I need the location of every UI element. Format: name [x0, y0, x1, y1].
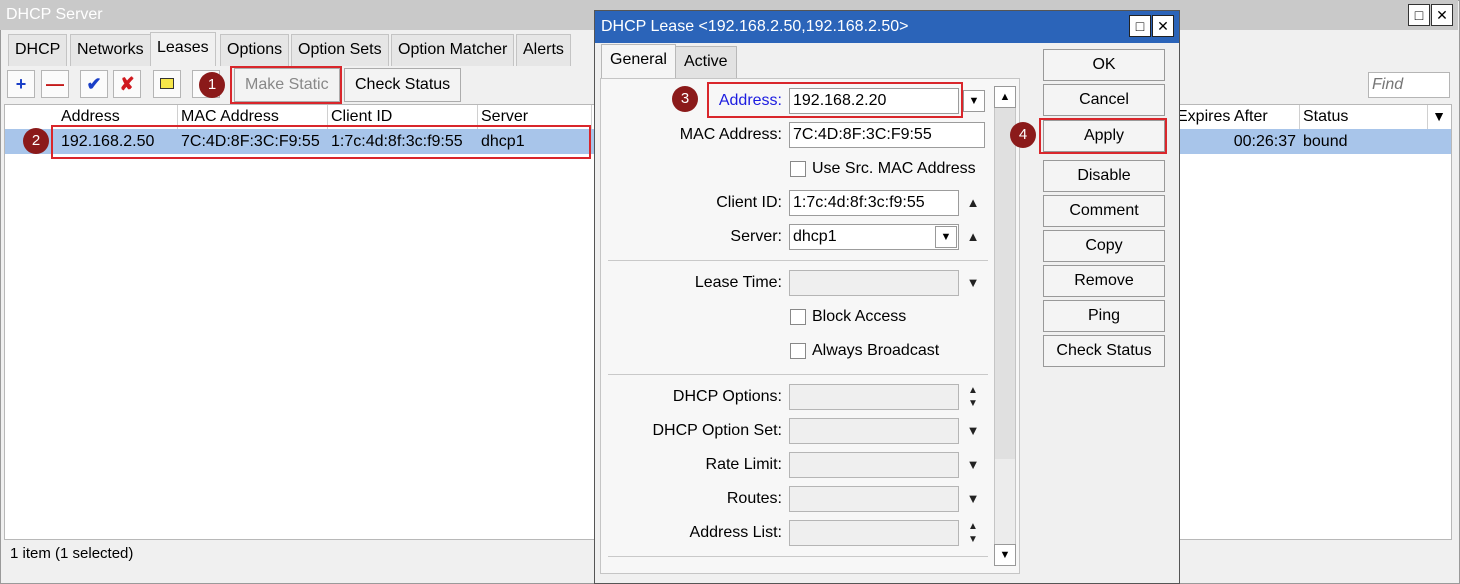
dhcp-option-set-expand-icon[interactable]: ▼ — [963, 418, 983, 444]
disable-x-icon[interactable]: ✘ — [113, 70, 141, 98]
use-src-mac-checkbox[interactable] — [790, 161, 806, 177]
tab-alerts[interactable]: Alerts — [516, 34, 571, 66]
tab-active[interactable]: Active — [675, 46, 737, 78]
address-list-input[interactable] — [789, 520, 959, 546]
ok-button[interactable]: OK — [1043, 49, 1165, 81]
always-broadcast-label: Always Broadcast — [812, 342, 940, 359]
dialog-close-button[interactable]: ✕ — [1152, 15, 1174, 37]
highlight-apply-button — [1039, 118, 1167, 154]
lease-time-expand-icon[interactable]: ▼ — [963, 270, 983, 296]
client-id-collapse-icon[interactable]: ▲ — [963, 190, 983, 216]
tab-dhcp[interactable]: DHCP — [8, 34, 68, 66]
tab-option-sets[interactable]: Option Sets — [291, 34, 389, 66]
server-dropdown-icon[interactable]: ▼ — [935, 226, 957, 248]
cell-expires-after: 00:26:37 — [1233, 133, 1296, 150]
dialog-maximize-button[interactable]: □ — [1129, 15, 1151, 37]
disable-button[interactable]: Disable — [1043, 160, 1165, 192]
dhcp-option-set-label: DHCP Option Set: — [652, 422, 782, 439]
column-header-expires-after[interactable]: Expires After — [1174, 105, 1300, 129]
column-header-status[interactable]: Status — [1300, 105, 1428, 129]
close-button[interactable]: ✕ — [1431, 4, 1453, 26]
highlight-address-field — [707, 82, 963, 118]
highlight-make-static — [230, 66, 342, 104]
find-input[interactable] — [1368, 72, 1450, 98]
ping-button[interactable]: Ping — [1043, 300, 1165, 332]
maximize-button[interactable]: □ — [1408, 4, 1430, 26]
check-status-dialog-button[interactable]: Check Status — [1043, 335, 1165, 367]
server-select[interactable]: dhcp1 — [789, 224, 959, 250]
dhcp-options-label: DHCP Options: — [672, 388, 782, 405]
remove-icon[interactable]: — — [41, 70, 69, 98]
block-access-label: Block Access — [812, 308, 907, 325]
client-id-input[interactable]: 1:7c:4d:8f:3c:f9:55 — [789, 190, 959, 216]
cancel-button[interactable]: Cancel — [1043, 84, 1165, 116]
step-badge-3: 3 — [672, 86, 698, 112]
tab-leases[interactable]: Leases — [150, 32, 216, 66]
routes-input[interactable] — [789, 486, 959, 512]
address-list-label: Address List: — [689, 524, 782, 541]
address-dropdown-icon[interactable]: ▼ — [963, 90, 985, 112]
address-list-updown-icon[interactable]: ▲ ▼ — [963, 520, 983, 546]
copy-button[interactable]: Copy — [1043, 230, 1165, 262]
always-broadcast-checkbox[interactable] — [790, 343, 806, 359]
rate-limit-label: Rate Limit: — [705, 456, 782, 473]
tab-networks[interactable]: Networks — [70, 34, 151, 66]
rate-limit-input[interactable] — [789, 452, 959, 478]
add-icon[interactable]: + — [7, 70, 35, 98]
dhcp-options-updown-icon[interactable]: ▲ ▼ — [963, 384, 983, 410]
server-collapse-icon[interactable]: ▲ — [963, 224, 983, 250]
dialog-title: DHCP Lease <192.168.2.50,192.168.2.50> — [595, 11, 1179, 43]
lease-time-input[interactable] — [789, 270, 959, 296]
step-badge-2: 2 — [23, 128, 49, 154]
mac-address-input[interactable]: 7C:4D:8F:3C:F9:55 — [789, 122, 985, 148]
separator — [608, 556, 988, 557]
mac-address-label: MAC Address: — [679, 126, 782, 143]
use-src-mac-label: Use Src. MAC Address — [812, 160, 976, 177]
enable-check-icon[interactable]: ✔ — [80, 70, 108, 98]
comment-button[interactable]: Comment — [1043, 195, 1165, 227]
dhcp-options-input[interactable] — [789, 384, 959, 410]
remove-button[interactable]: Remove — [1043, 265, 1165, 297]
separator — [608, 374, 988, 375]
routes-label: Routes: — [726, 490, 782, 507]
comment-icon[interactable] — [153, 70, 181, 98]
highlight-lease-row — [51, 125, 591, 159]
tab-option-matcher[interactable]: Option Matcher — [391, 34, 515, 66]
rate-limit-expand-icon[interactable]: ▼ — [963, 452, 983, 478]
tab-general[interactable]: General — [601, 44, 676, 79]
check-status-button[interactable]: Check Status — [344, 68, 462, 102]
scroll-down-icon[interactable]: ▼ — [994, 544, 1016, 566]
tab-options[interactable]: Options — [220, 34, 290, 66]
cell-status: bound — [1303, 133, 1348, 150]
step-badge-4: 4 — [1010, 122, 1036, 148]
lease-time-label: Lease Time: — [694, 274, 782, 291]
server-label: Server: — [730, 228, 782, 245]
block-access-checkbox[interactable] — [790, 309, 806, 325]
scroll-up-icon[interactable]: ▲ — [994, 86, 1016, 108]
step-badge-1: 1 — [199, 72, 225, 98]
routes-expand-icon[interactable]: ▼ — [963, 486, 983, 512]
separator — [608, 260, 988, 261]
client-id-label: Client ID: — [716, 194, 782, 211]
column-menu-dropdown-icon[interactable]: ▼ — [1430, 108, 1448, 126]
dhcp-option-set-input[interactable] — [789, 418, 959, 444]
